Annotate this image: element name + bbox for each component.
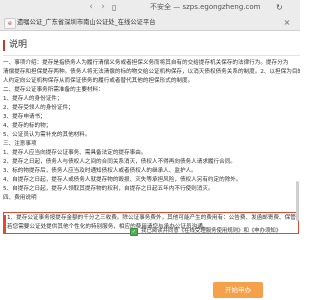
title-divider xyxy=(3,55,300,56)
address-text: 不安全 — szps.egongzheng.com xyxy=(150,3,261,11)
start-application-button[interactable]: 开始申办 xyxy=(213,282,263,298)
doc-line: 3、标的物提存后，债务人应当及时通知债权人或者债权人的继承人、监护人。 xyxy=(3,168,197,174)
doc-line: 4、自提存之日起，提存人或债务人就提存物的毁损、灭失等承担风险，债权人另有约定的… xyxy=(3,177,242,183)
doc-line: 5、公证员认为需补充的其他材料。 xyxy=(3,132,91,138)
doc-line: 4、提存的标的物； xyxy=(3,123,52,129)
doc-line: 2、提存受领人的身份证件； xyxy=(3,105,74,111)
page-title: 说明 xyxy=(9,40,28,50)
document-body: 一、事项介绍：提存是指债务人为履行清偿义务或者担保义务而将其自有的交给提存机关保… xyxy=(3,59,300,203)
close-tab-icon[interactable]: × xyxy=(282,17,292,28)
agree-label: 我已阅读并同意 xyxy=(141,228,179,234)
fee-line: 1、提存公证事务按提存金额的千分之三收费。除公证事务费外，其他可能产生的费用有：… xyxy=(7,215,297,221)
sidebar-icon[interactable]: ▯ xyxy=(112,2,116,13)
address-bar[interactable]: 不安全 — szps.egongzheng.com xyxy=(150,2,290,13)
doc-line: 清偿提存和担保提存两种。债务人将无法清偿的标的物交给公证机构保存，以消灭债权债务… xyxy=(3,69,300,75)
title-accent-bar xyxy=(3,40,5,51)
doc-line: 5、自提存之日起，提存人领取其提存物的权利，自提存之日起五年内不行使则消灭。 xyxy=(3,186,214,192)
doc-line: 人约定向公证机构保存从而保证债务的履行或者替代其他的担保形式的制度。 xyxy=(3,78,194,84)
forward-icon[interactable]: › xyxy=(98,2,108,13)
page-content: 说明 一、事项介绍：提存是指债务人为履行清偿义务或者担保义务而将其自有的交给提存… xyxy=(0,31,300,300)
browser-titlebar: ‹ › ▯ 不安全 — szps.egongzheng.com ↻ e 遗嘱公证… xyxy=(0,0,300,31)
agreement-text: 我已阅读并同意《在线受理服务使用规则》和《申办须知》 xyxy=(141,226,281,236)
highlight-marker xyxy=(4,215,6,233)
tab-title[interactable]: 遗嘱公证_广东省深圳市南山公证处_在线公证平台 xyxy=(17,17,227,28)
doc-line: 3、提存申请书； xyxy=(3,114,46,120)
doc-line: 2、提存之日起，债务人与债权人之间的合同关系消灭，债权人不得再向债务人请求履行合… xyxy=(3,159,236,165)
scrollbar-thumb[interactable] xyxy=(296,181,299,221)
service-rules-link[interactable]: 《在线受理服务使用规则》 xyxy=(179,228,244,234)
doc-line: 四、费用说明 xyxy=(3,195,37,201)
agree-checkbox[interactable]: ✓ xyxy=(130,228,138,236)
favicon-icon: e xyxy=(4,18,16,29)
back-icon[interactable]: ‹ xyxy=(86,2,96,13)
doc-line: 1、提存人应当向提存公证事务、需具备法定的提存事由。 xyxy=(3,150,147,156)
tab-bar: e 遗嘱公证_广东省深圳市南山公证处_在线公证平台 × xyxy=(0,15,300,30)
doc-line: 二、提存公证事务所需准备的主要材料： xyxy=(3,87,104,93)
reload-icon[interactable]: ↻ xyxy=(276,2,283,13)
notice-link[interactable]: 《申办须知》 xyxy=(249,228,281,234)
doc-line: 一、事项介绍：提存是指债务人为履行清偿义务或者担保义务而将其自有的交给提存机关保… xyxy=(3,60,289,66)
doc-line: 三、注意事项 xyxy=(3,141,37,147)
agreement-row: ✓ 我已阅读并同意《在线受理服务使用规则》和《申办须知》 xyxy=(130,226,300,236)
doc-line: 1、提存人的身份证件； xyxy=(3,96,63,102)
scrollbar-track[interactable] xyxy=(296,66,299,291)
